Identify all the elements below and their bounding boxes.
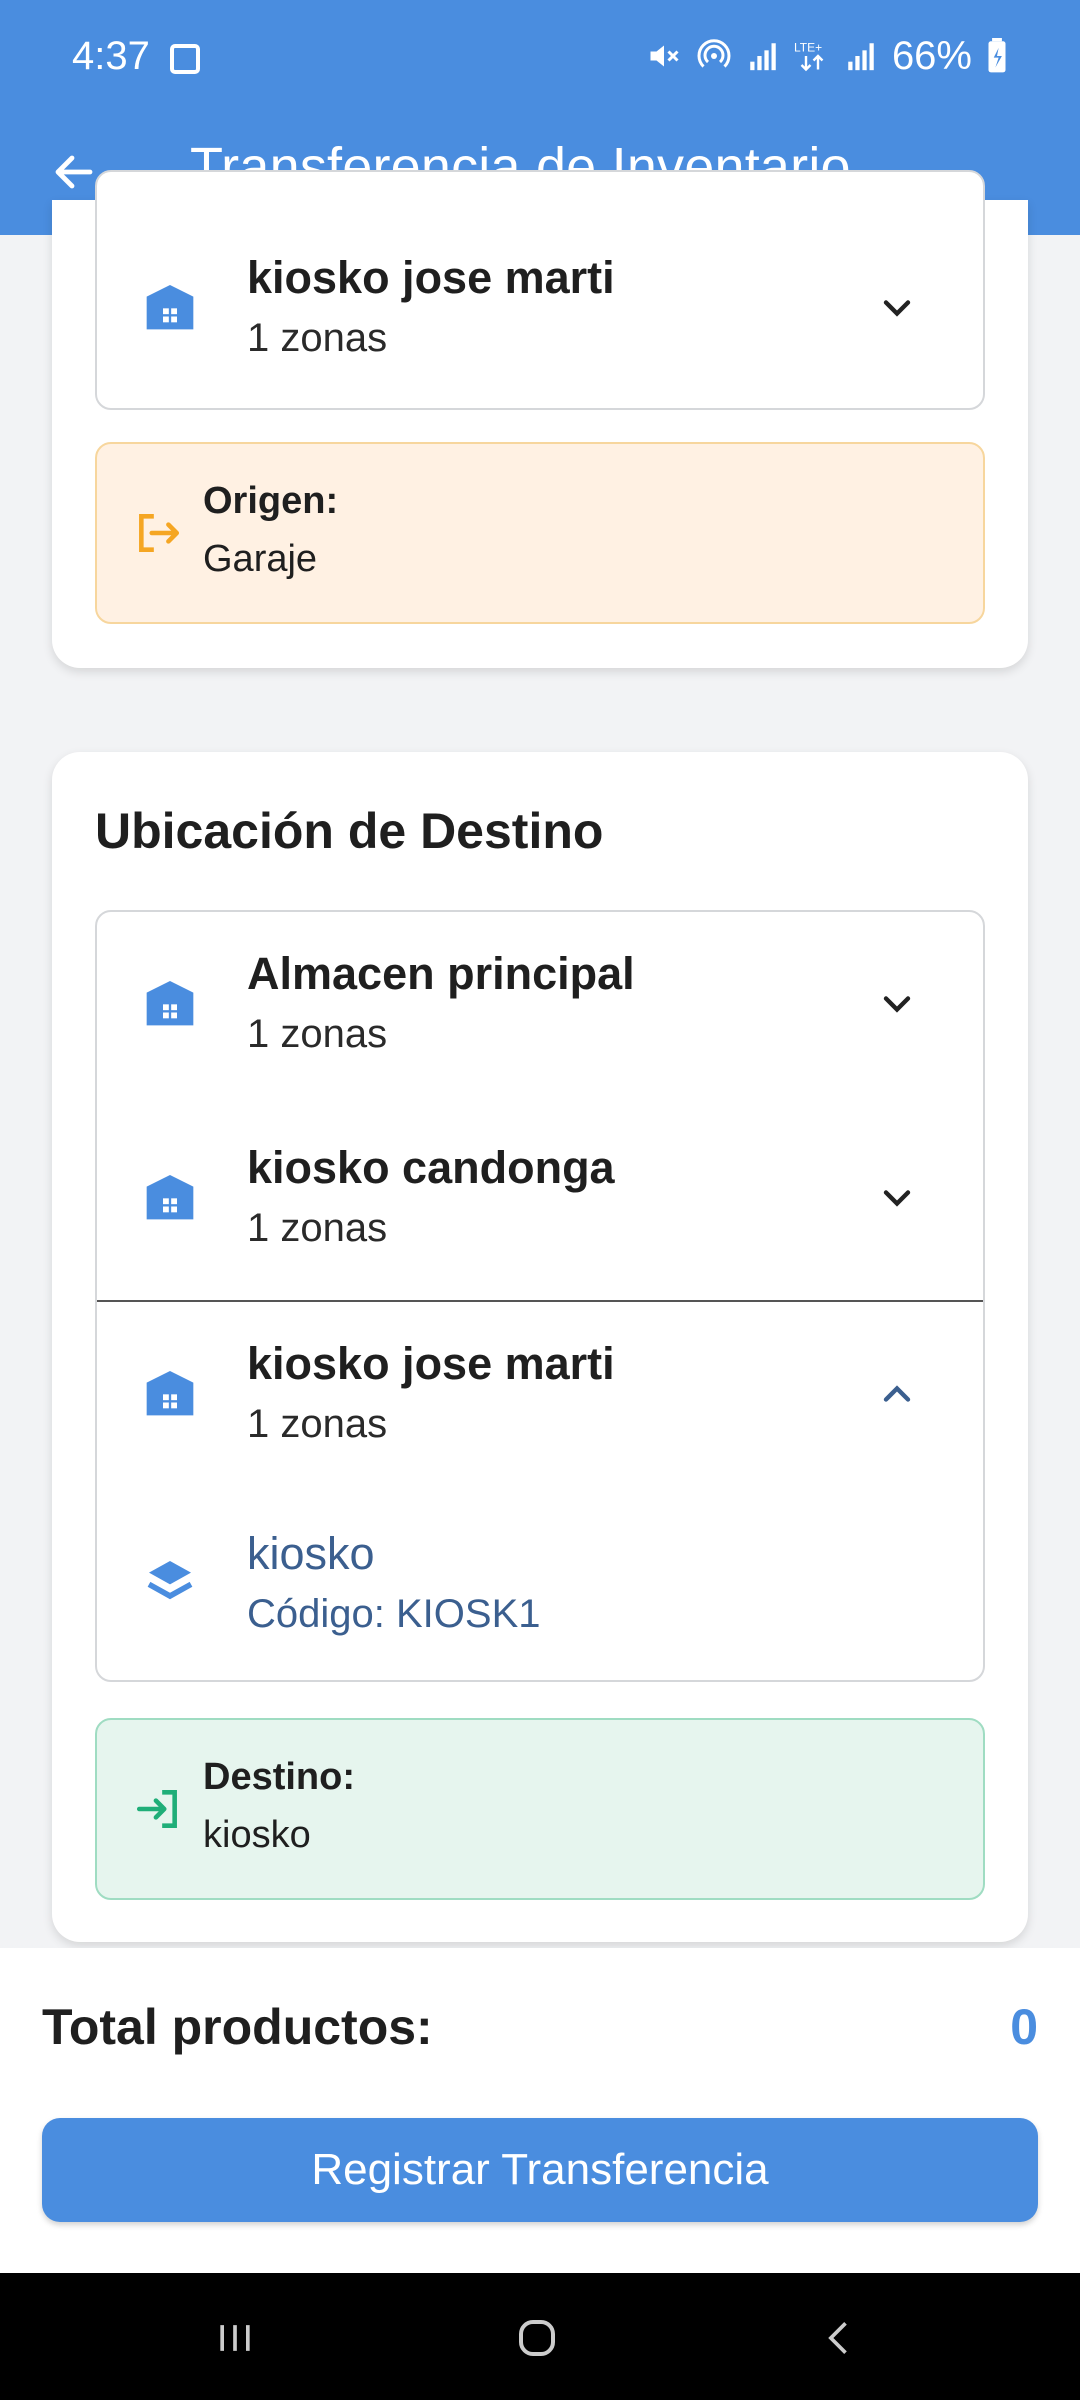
recents-button[interactable]: [205, 2313, 265, 2363]
warehouse-name: kiosko jose marti: [247, 1338, 615, 1389]
zone-name: kiosko: [247, 1528, 375, 1579]
lte-icon: LTE+: [794, 41, 824, 72]
logout-icon: [139, 514, 180, 552]
home-button[interactable]: [507, 2313, 567, 2363]
warehouse-name: Almacen principal: [247, 948, 635, 999]
zone-item[interactable]: kiosko Código: KIOSK1: [97, 1492, 983, 1680]
zone-code: Código: KIOSK1: [247, 1592, 541, 1636]
origin-card: kiosko jose marti 1 zonas Origen: Garaje: [52, 170, 1028, 668]
warehouse-name: kiosko candonga: [247, 1142, 615, 1193]
battery-icon: [988, 38, 1006, 73]
origin-warehouse-list: kiosko jose marti 1 zonas: [95, 170, 985, 410]
chevron-up-icon[interactable]: [875, 1372, 919, 1416]
chevron-down-icon[interactable]: [875, 1176, 919, 1220]
total-value: 0: [1010, 1999, 1038, 2055]
destination-value: kiosko: [203, 1814, 311, 1856]
destination-card: Ubicación de Destino Almacen principal 1…: [52, 752, 1028, 1942]
origin-label: Origen:: [203, 480, 339, 522]
layers-icon: [147, 1561, 193, 1600]
destination-label: Destino:: [203, 1756, 355, 1798]
warehouse-zones: 1 zonas: [247, 316, 388, 360]
image-icon: [170, 44, 200, 74]
warehouse-zones: 1 zonas: [247, 1206, 388, 1250]
total-label: Total productos:: [42, 1999, 433, 2055]
hotspot-icon: [697, 39, 731, 68]
footer: Total productos: 0 Registrar Transferenc…: [0, 1948, 1080, 2273]
recents-icon: [220, 2325, 250, 2351]
warehouse-row[interactable]: Almacen principal 1 zonas: [97, 912, 983, 1104]
destination-warehouse-list: Almacen principal 1 zonas kiosko candong…: [95, 910, 985, 1682]
warehouse-icon: [146, 1175, 194, 1220]
chevron-down-icon[interactable]: [875, 286, 919, 330]
status-time: 4:37: [72, 34, 150, 78]
register-transfer-button[interactable]: Registrar Transferencia: [42, 2118, 1038, 2222]
destination-title: Ubicación de Destino: [95, 803, 604, 859]
warehouse-zones: 1 zonas: [247, 1402, 388, 1446]
signal-icon: [848, 43, 874, 71]
warehouse-row-expanded[interactable]: kiosko jose marti 1 zonas: [97, 1302, 983, 1494]
warehouse-zones: 1 zonas: [247, 1012, 388, 1056]
svg-text:LTE+: LTE+: [794, 41, 822, 55]
warehouse-icon: [146, 285, 194, 330]
warehouse-name: kiosko jose marti: [247, 252, 615, 303]
system-nav-bar: [0, 2273, 1080, 2400]
login-icon: [136, 1790, 177, 1828]
battery-percent: 66%: [891, 33, 972, 78]
home-icon: [519, 2320, 555, 2356]
chevron-down-icon[interactable]: [875, 982, 919, 1026]
destination-info: Destino: kiosko: [95, 1718, 985, 1900]
status-icons: LTE+ 66%: [646, 34, 1008, 78]
nav-back-button[interactable]: [810, 2313, 870, 2363]
warehouse-row[interactable]: kiosko jose marti 1 zonas: [97, 216, 983, 408]
status-bar: 4:37 LTE+ 66%: [0, 0, 1080, 120]
warehouse-row[interactable]: kiosko candonga 1 zonas: [97, 1106, 983, 1298]
warehouse-icon: [146, 1371, 194, 1416]
mute-icon: [650, 45, 679, 67]
warehouse-icon: [146, 981, 194, 1026]
nav-back-icon: [828, 2322, 847, 2354]
origin-info: Origen: Garaje: [95, 442, 985, 624]
arrow-back-icon: [55, 155, 93, 189]
signal-icon: [750, 43, 776, 71]
origin-value: Garaje: [203, 538, 318, 580]
divider: [97, 1680, 983, 1682]
